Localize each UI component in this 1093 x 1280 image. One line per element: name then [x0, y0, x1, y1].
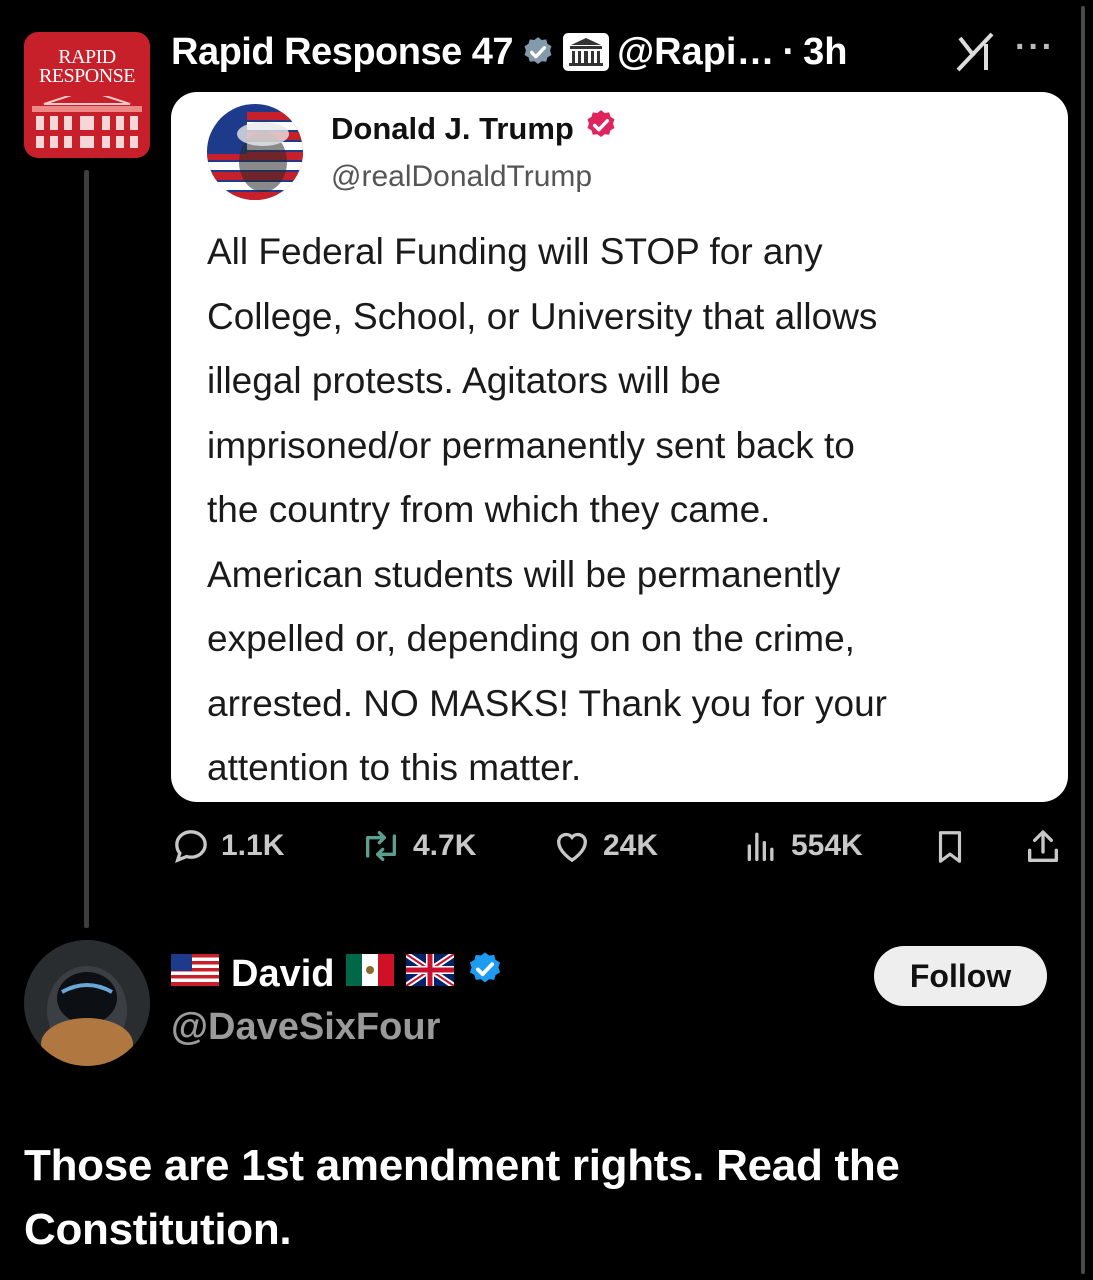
avatar-logo-text: RAPID RESPONSE — [38, 46, 136, 87]
view-count: 554K — [791, 829, 863, 862]
share-button[interactable] — [1023, 826, 1063, 868]
reply-author-name[interactable]: David — [231, 953, 334, 996]
thread-connector-line — [84, 170, 89, 928]
grok-icon[interactable] — [952, 28, 998, 79]
verified-blue-badge-icon — [466, 950, 504, 998]
government-building-icon — [563, 33, 610, 71]
scrollbar[interactable] — [1081, 6, 1085, 1274]
post-header: Rapid Response 47 @Rapi… · 3h — [171, 24, 847, 80]
separator-dot: · — [782, 30, 796, 73]
share-icon — [1028, 830, 1058, 862]
views-button[interactable]: 554K — [741, 826, 863, 866]
david-avatar[interactable] — [24, 940, 150, 1066]
reply-text: Those are 1st amendment rights. Read the… — [24, 1141, 900, 1254]
reply-count: 1.1K — [221, 829, 285, 862]
author-handle[interactable]: @Rapi… — [617, 31, 774, 74]
repost-button[interactable]: 4.7K — [359, 826, 476, 866]
repost-icon — [365, 831, 396, 861]
like-count: 24K — [603, 829, 659, 862]
like-button[interactable]: 24K — [551, 826, 658, 866]
reply-author: David — [171, 950, 504, 998]
heart-icon — [556, 832, 588, 863]
white-house-icon — [32, 96, 142, 148]
uk-flag-icon — [404, 951, 457, 996]
bookmark-icon — [938, 831, 962, 863]
quoted-author: Donald J. Trump — [331, 108, 618, 150]
quoted-post-text: All Federal Funding will STOP for any Co… — [207, 231, 887, 788]
author-name[interactable]: Rapid Response 47 — [171, 31, 514, 74]
reply-icon — [175, 830, 207, 864]
quoted-post-card[interactable]: Donald J. Trump @realDonaldTrump All Fed… — [171, 92, 1068, 802]
bookmark-button[interactable] — [931, 826, 969, 868]
repost-count: 4.7K — [413, 829, 477, 862]
us-flag-icon — [171, 953, 219, 996]
trump-avatar — [207, 104, 303, 200]
reply-button[interactable]: 1.1K — [171, 826, 284, 866]
quoted-author-name: Donald J. Trump — [331, 111, 574, 146]
reply-author-handle[interactable]: @DaveSixFour — [171, 1006, 440, 1049]
action-bar: 1.1K 4.7K 24K 554K — [171, 826, 1071, 876]
verified-pink-badge-icon — [584, 108, 618, 150]
analytics-icon — [747, 832, 774, 861]
follow-button[interactable]: Follow — [874, 946, 1047, 1006]
more-options-icon[interactable]: ··· — [1015, 28, 1055, 67]
mexico-flag-icon — [346, 953, 395, 996]
quoted-author-handle: @realDonaldTrump — [331, 160, 593, 193]
rapid-response-avatar[interactable]: RAPID RESPONSE — [24, 32, 150, 158]
verified-gray-badge-icon — [521, 35, 555, 69]
post-time[interactable]: 3h — [803, 31, 847, 74]
